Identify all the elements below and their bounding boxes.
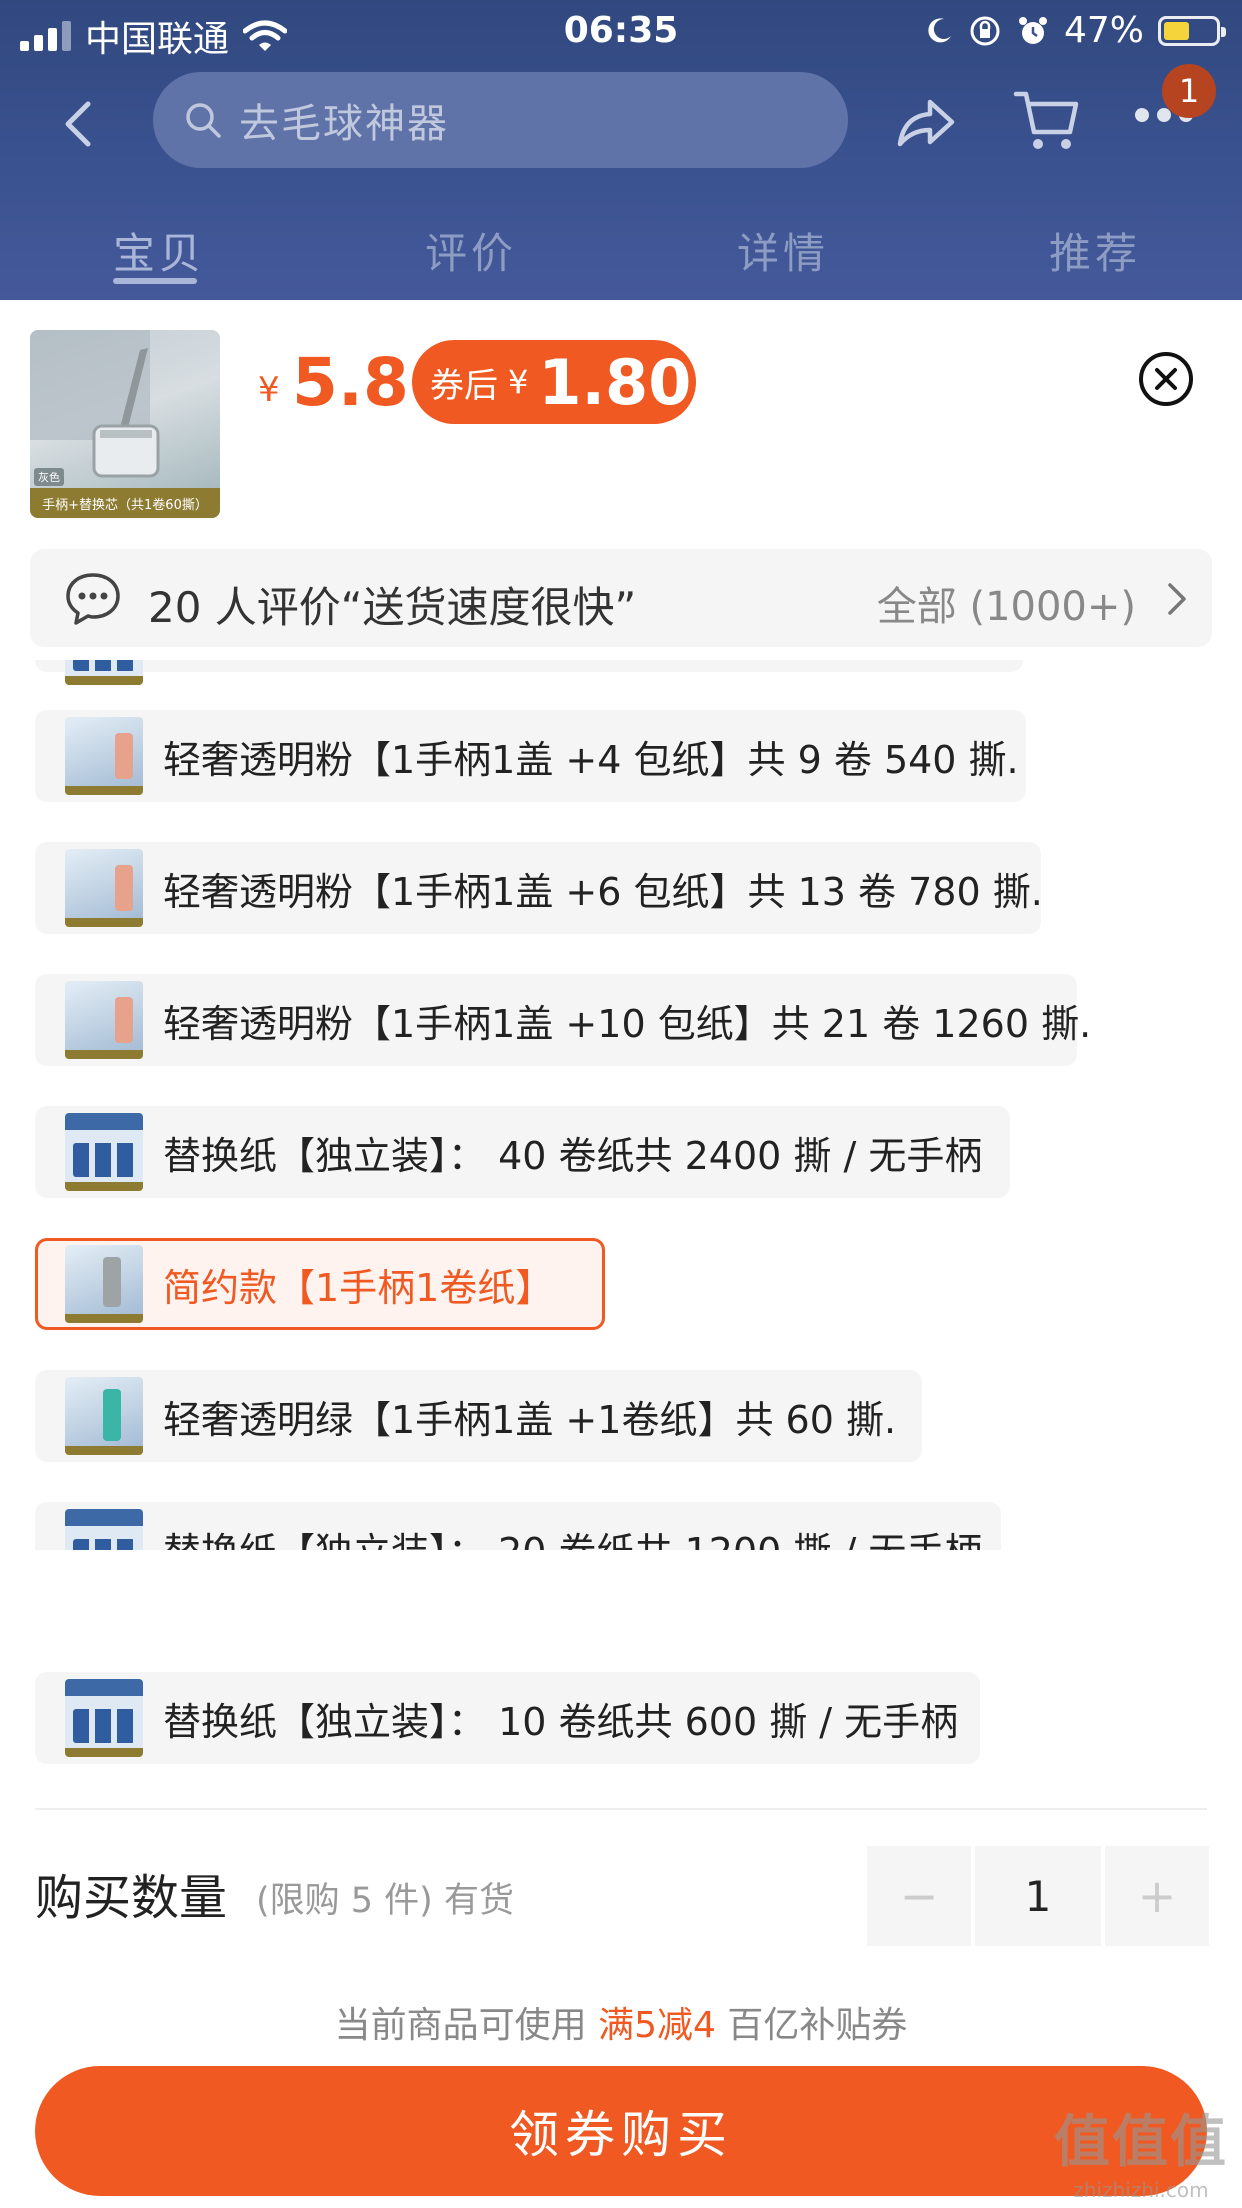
increase-button[interactable]: +	[1105, 1846, 1209, 1946]
sku-option[interactable]: 替换纸【独立装】： 20 卷纸共 1200 撕 / 无手柄	[35, 1502, 1001, 1550]
quantity-stepper: − 1 +	[867, 1846, 1209, 1946]
option-thumbnail	[65, 717, 143, 795]
price: 5.8	[292, 344, 409, 421]
purchase-limit-note: (限购 5 件) 有货	[256, 1881, 514, 1921]
sku-option-partial[interactable]	[35, 660, 1023, 685]
option-thumbnail	[65, 1245, 143, 1323]
status-bar: 中国联通 06:35 47%	[0, 0, 1242, 62]
watermark-logo: 值值值	[1054, 2110, 1228, 2175]
option-thumbnail	[65, 1679, 143, 1757]
product-tabs: 宝贝 评价 详情 推荐	[0, 190, 1242, 300]
lint-roller-image	[30, 330, 160, 478]
chevron-right-icon	[1168, 583, 1186, 615]
option-label: 轻奢透明粉【1手柄1盖 +6 包纸】共 13 卷 780 撕.	[163, 869, 1043, 914]
watermark: 值值值 zhizhizhi.com	[1054, 2097, 1228, 2202]
battery-percent: 47%	[1063, 10, 1144, 51]
back-arrow-icon[interactable]	[50, 94, 110, 154]
coupon-notice: 当前商品可使用 满5减4 百亿补贴券	[0, 1996, 1242, 2048]
thumbnail-caption: 手柄+替换芯（共1卷60撕）	[30, 488, 220, 518]
cart-icon[interactable]	[1012, 84, 1082, 154]
watermark-url: zhizhizhi.com	[1073, 2178, 1209, 2202]
tab-baobei[interactable]: 宝贝	[113, 220, 205, 281]
option-label: 替换纸【独立装】： 10 卷纸共 600 撕 / 无手柄	[163, 1699, 959, 1744]
search-input[interactable]: 去毛球神器	[153, 72, 848, 168]
option-thumbnail	[65, 1509, 143, 1550]
product-thumbnail[interactable]: 灰色 手柄+替换芯（共1卷60撕）	[30, 330, 220, 518]
option-label: 轻奢透明粉【1手柄1盖 +4 包纸】共 9 卷 540 撕.	[163, 737, 1019, 782]
option-thumbnail	[65, 1113, 143, 1191]
color-chip: 灰色	[34, 468, 64, 486]
divider	[35, 1808, 1207, 1810]
review-summary[interactable]: 20 人评价“送货速度很快” 全部 (1000+)	[30, 549, 1212, 647]
option-thumbnail	[65, 981, 143, 1059]
sku-option[interactable]: 替换纸【独立装】： 10 卷纸共 600 撕 / 无手柄	[35, 1672, 980, 1764]
sku-option-selected[interactable]: 简约款【1手柄1卷纸】	[35, 1238, 605, 1330]
tab-recommend[interactable]: 推荐	[1049, 220, 1141, 281]
option-label: 轻奢透明绿【1手柄1盖 +1卷纸】共 60 撕.	[163, 1397, 897, 1442]
sku-option[interactable]: 轻奢透明绿【1手柄1盖 +1卷纸】共 60 撕.	[35, 1370, 922, 1462]
search-placeholder: 去毛球神器	[239, 101, 449, 147]
coupon-notice-highlight: 满5减4	[598, 2005, 716, 2046]
sku-option[interactable]: 替换纸【独立装】： 40 卷纸共 2400 撕 / 无手柄	[35, 1106, 1010, 1198]
quantity-label: 购买数量	[35, 1870, 228, 1926]
alarm-icon	[1018, 16, 1047, 44]
share-icon[interactable]	[892, 90, 958, 156]
top-nav-bar: 去毛球神器 1	[0, 62, 1242, 188]
coupon-currency: ¥	[508, 363, 529, 401]
coupon-price-badge: 券后 ¥ 1.80	[412, 340, 696, 424]
battery-icon	[1158, 15, 1226, 46]
review-highlight: 20 人评价“送货速度很快”	[148, 583, 637, 632]
review-count: 全部 (1000+)	[876, 584, 1136, 630]
coupon-price: 1.80	[538, 345, 692, 419]
tab-reviews[interactable]: 评价	[425, 220, 517, 281]
sku-option[interactable]: 轻奢透明粉【1手柄1盖 +10 包纸】共 21 卷 1260 撕.	[35, 974, 1091, 1066]
moon-icon	[928, 17, 951, 42]
coupon-notice-prefix: 当前商品可使用	[334, 2005, 587, 2046]
close-icon[interactable]	[1137, 350, 1195, 408]
search-icon	[186, 103, 221, 138]
option-thumbnail	[65, 660, 143, 685]
option-label: 替换纸【独立装】： 20 卷纸共 1200 撕 / 无手柄	[163, 1521, 982, 1551]
option-label: 替换纸【独立装】： 40 卷纸共 2400 撕 / 无手柄	[163, 1133, 983, 1178]
rotation-lock-icon	[970, 16, 1000, 45]
quantity-value[interactable]: 1	[975, 1846, 1101, 1946]
active-tab-indicator	[113, 278, 197, 284]
option-thumbnail	[65, 849, 143, 927]
tab-details[interactable]: 详情	[737, 220, 829, 281]
decrease-button[interactable]: −	[867, 1846, 971, 1946]
sku-option[interactable]: 轻奢透明粉【1手柄1盖 +4 包纸】共 9 卷 540 撕.	[35, 710, 1026, 802]
notification-badge: 1	[1162, 64, 1216, 118]
option-thumbnail	[65, 1377, 143, 1455]
comment-bubble-icon	[66, 573, 120, 625]
option-label: 简约款【1手柄1卷纸】	[163, 1265, 554, 1310]
sku-option-list: 轻奢透明粉【1手柄1盖 +4 包纸】共 9 卷 540 撕. 轻奢透明粉【1手柄…	[0, 660, 1242, 1550]
option-label: 轻奢透明粉【1手柄1盖 +10 包纸】共 21 卷 1260 撕.	[163, 1001, 1092, 1046]
coupon-label: 券后	[430, 365, 498, 406]
sku-option[interactable]: 轻奢透明粉【1手柄1盖 +6 包纸】共 13 卷 780 撕.	[35, 842, 1043, 934]
claim-and-buy-button[interactable]: 领券购买	[35, 2066, 1207, 2196]
coupon-notice-suffix: 百亿补贴券	[727, 2005, 908, 2046]
price-currency: ¥	[258, 370, 280, 410]
